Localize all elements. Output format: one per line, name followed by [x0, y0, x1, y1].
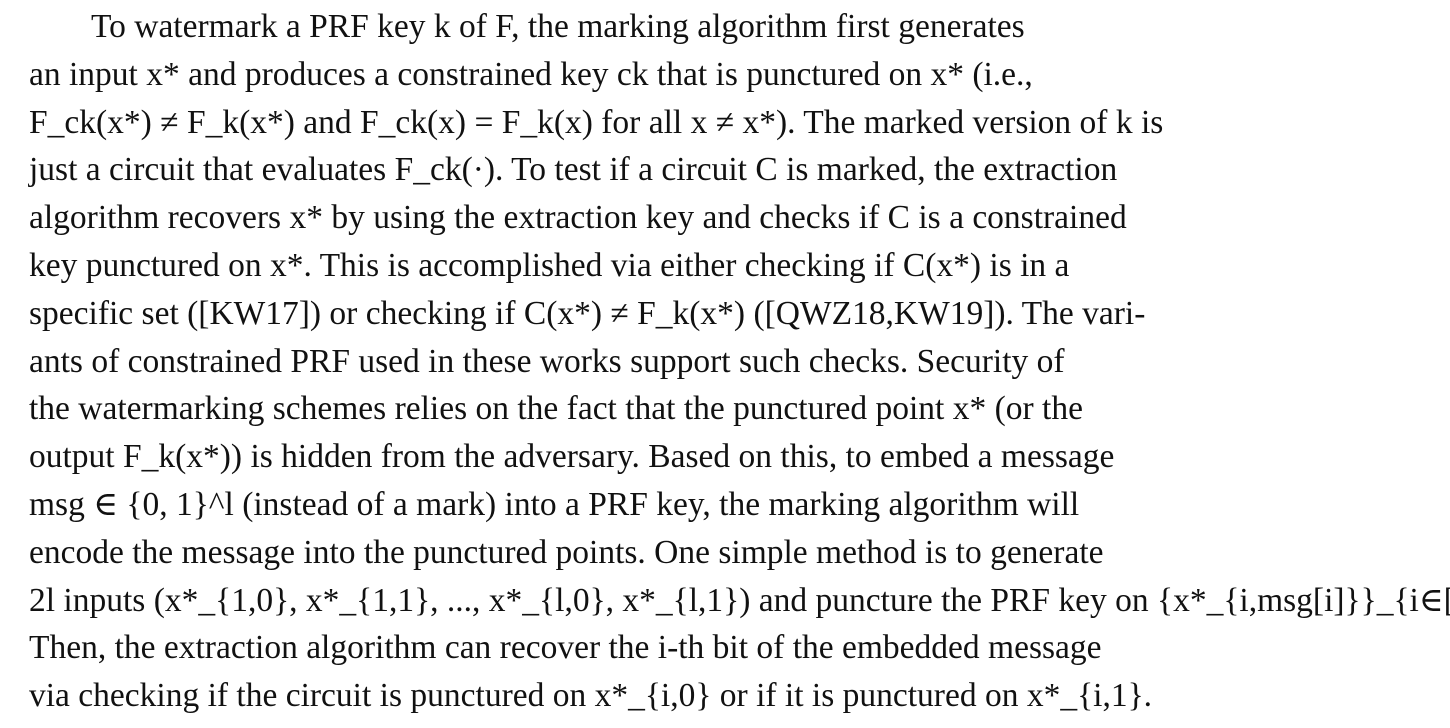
text-line-6: key punctured on x*. This is accomplishe…: [29, 246, 1070, 284]
text-line-1: To watermark a PRF key k of F, the marki…: [91, 8, 1025, 45]
text-line-4: just a circuit that evaluates F_ck(·). T…: [29, 151, 1118, 189]
text-line-8: ants of constrained PRF used in these wo…: [29, 342, 1065, 380]
text-line-5: algorithm recovers x* by using the extra…: [29, 199, 1127, 237]
text-line-11: msg ∈ {0, 1}^l (instead of a mark) into …: [29, 485, 1080, 523]
text-line-14: Then, the extraction algorithm can recov…: [29, 629, 1102, 667]
body-paragraph: To watermark a PRF key k of F, the marki…: [29, 0, 1450, 720]
document-page: To watermark a PRF key k of F, the marki…: [0, 0, 1450, 728]
text-line-7: specific set ([KW17]) or checking if C(x…: [29, 294, 1146, 332]
text-line-12: encode the message into the punctured po…: [29, 533, 1104, 571]
text-line-2: an input x* and produces a constrained k…: [29, 55, 1033, 93]
text-line-3: F_ck(x*) ≠ F_k(x*) and F_ck(x) = F_k(x) …: [29, 103, 1164, 141]
text-line-15: via checking if the circuit is punctured…: [29, 677, 1153, 715]
text-line-9: the watermarking schemes relies on the f…: [29, 390, 1083, 428]
text-line-13: 2l inputs (x*_{1,0}, x*_{1,1}, ..., x*_{…: [29, 581, 1450, 619]
text-line-10: output F_k(x*)) is hidden from the adver…: [29, 438, 1115, 476]
